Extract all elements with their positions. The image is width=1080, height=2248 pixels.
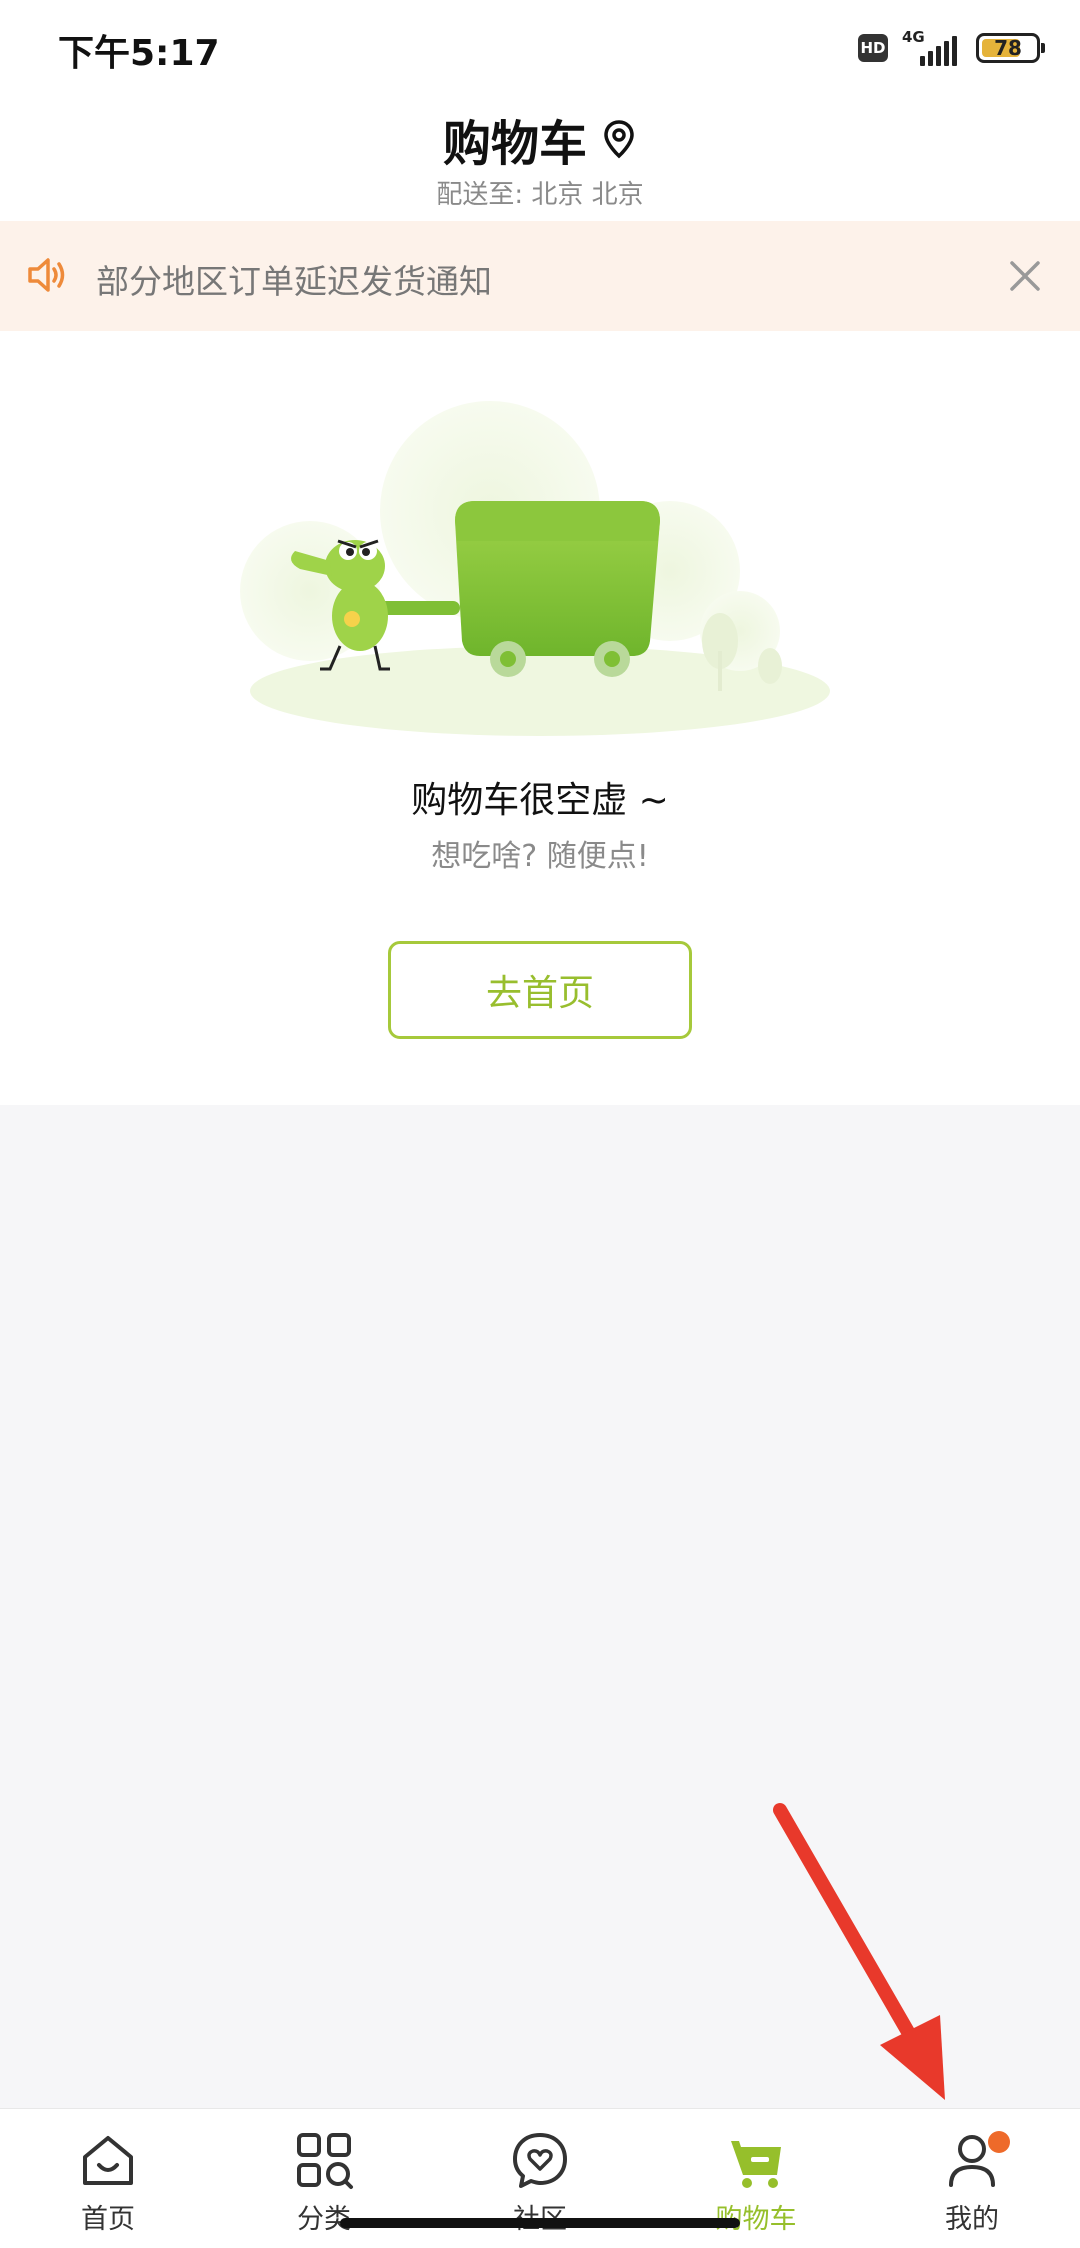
tab-label: 首页 <box>81 2204 135 2235</box>
battery-level: 78 <box>994 36 1022 60</box>
tab-label: 社区 <box>513 2197 567 2236</box>
speaker-icon <box>28 258 65 292</box>
tab-label: 购物车 <box>715 2204 797 2235</box>
annotation-arrow-icon <box>773 1803 945 2100</box>
tab-home[interactable]: 首页 <box>0 2109 216 2248</box>
cart-icon <box>731 2141 781 2188</box>
tab-label: 我的 <box>945 2204 999 2235</box>
heart-chat-icon <box>513 2133 567 2188</box>
empty-cart-panel: 购物车很空虚 ~ 想吃啥? 随便点! 去首页 <box>0 331 1080 1105</box>
signal-icon: 4G <box>902 28 962 66</box>
notice-bar[interactable]: 部分地区订单延迟发货通知 <box>0 221 1080 331</box>
empty-subtitle: 想吃啥? 随便点! <box>431 839 649 874</box>
notification-dot <box>988 2131 1010 2153</box>
grid-search-icon <box>297 2133 353 2189</box>
status-icons: HD 4G 78 <box>858 28 1045 68</box>
status-bar: 下午5:17 HD 4G 78 <box>0 0 1080 96</box>
page-title: 购物车 <box>442 116 587 172</box>
tab-label: 分类 <box>297 2204 351 2235</box>
go-home-button[interactable]: 去首页 <box>388 941 692 1039</box>
location-pin-icon[interactable] <box>601 119 637 159</box>
tab-mine[interactable]: 我的 <box>864 2109 1080 2248</box>
empty-cart-illustration <box>240 401 830 736</box>
notice-text[interactable]: 部分地区订单延迟发货通知 <box>96 255 492 303</box>
hd-icon: HD <box>858 34 888 62</box>
status-time: 下午5:17 <box>58 33 220 74</box>
battery-icon: 78 <box>976 33 1045 63</box>
header: 购物车 配送至: 北京 北京 <box>0 96 1080 221</box>
close-icon[interactable] <box>1006 257 1044 295</box>
home-indicator[interactable] <box>340 2218 740 2228</box>
home-icon <box>83 2136 133 2185</box>
empty-title: 购物车很空虚 ~ <box>411 780 669 821</box>
delivery-address[interactable]: 配送至: 北京 北京 <box>0 174 1080 211</box>
